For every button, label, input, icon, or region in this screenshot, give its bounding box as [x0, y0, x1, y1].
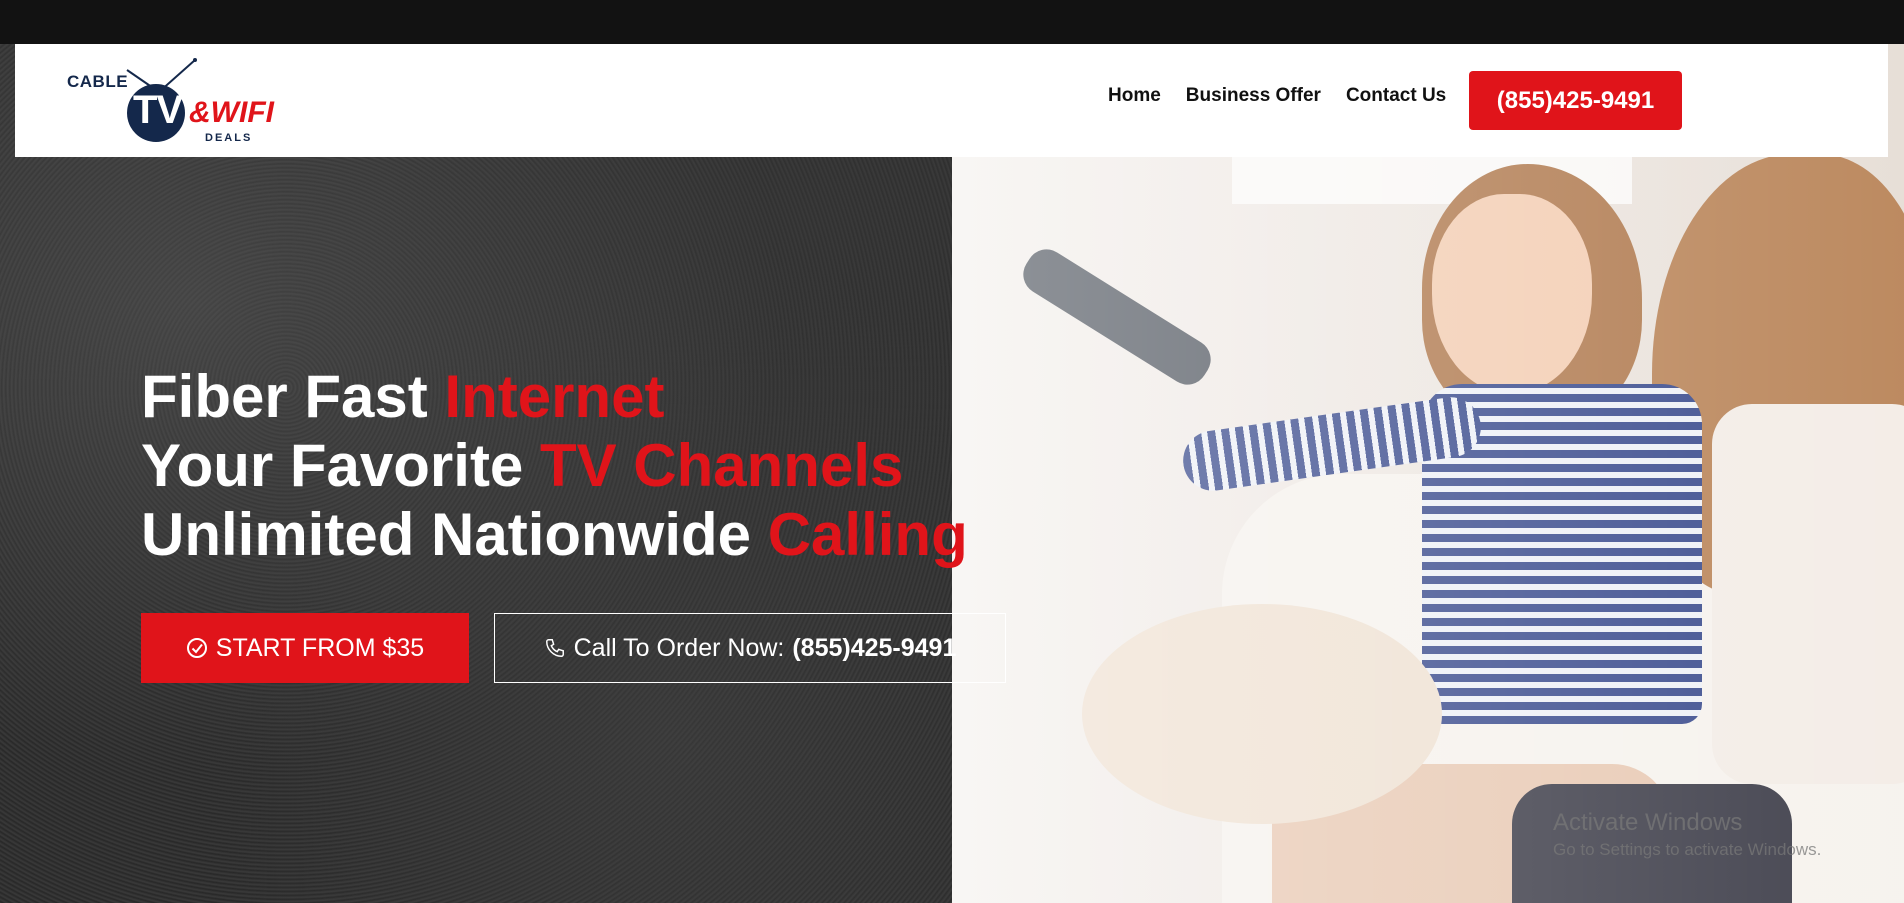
start-from-label: START FROM $35 — [215, 633, 425, 662]
headline-line-1-white: Fiber Fast — [141, 363, 445, 430]
logo-tv-text: TV — [133, 88, 183, 132]
logo-cable-text: CABLE — [67, 72, 129, 91]
headline-line-2-white: Your Favorite — [141, 432, 540, 499]
top-dark-strip — [0, 0, 1904, 44]
headline-line-3-red: Calling — [767, 501, 968, 568]
photo-light-wash — [952, 44, 1904, 903]
header-phone-button[interactable]: (855)425-9491 — [1469, 71, 1682, 130]
check-circle-icon — [186, 637, 208, 659]
headline-line-2-red: TV Channels — [539, 432, 904, 499]
activate-windows-watermark: Activate Windows Go to Settings to activ… — [1553, 808, 1821, 862]
headline-line-3-white: Unlimited Nationwide — [141, 501, 768, 568]
call-to-order-button[interactable]: Call To Order Now: (855)425-9491 — [494, 613, 1006, 683]
logo-deals-text: DEALS — [205, 132, 253, 144]
headline-line-2: Your Favorite TV Channels — [141, 431, 968, 500]
site-logo[interactable]: CABLE TV &WIFI DEALS — [67, 58, 287, 144]
headline-line-3: Unlimited Nationwide Calling — [141, 500, 968, 569]
hero-photo — [952, 44, 1904, 903]
headline-line-1: Fiber Fast Internet — [141, 362, 968, 431]
main-nav: Home Business Offer Contact Us — [1108, 84, 1471, 108]
hero-headline: Fiber Fast Internet Your Favorite TV Cha… — [141, 362, 968, 569]
start-from-button[interactable]: START FROM $35 — [141, 613, 469, 683]
nav-business-offer[interactable]: Business Offer — [1186, 84, 1321, 108]
watermark-title: Activate Windows — [1553, 809, 1743, 836]
watermark-subtitle: Go to Settings to activate Windows. — [1553, 840, 1822, 859]
nav-home[interactable]: Home — [1108, 84, 1161, 108]
logo-wifi-text: &WIFI — [189, 96, 274, 129]
call-to-order-label: Call To Order Now: — [573, 633, 785, 662]
call-to-order-number: (855)425-9491 — [792, 633, 957, 662]
site-header: CABLE TV &WIFI DEALS Home Business Offer… — [15, 44, 1888, 157]
nav-contact-us[interactable]: Contact Us — [1346, 84, 1446, 108]
phone-icon — [544, 637, 566, 659]
headline-line-1-red: Internet — [444, 363, 665, 430]
